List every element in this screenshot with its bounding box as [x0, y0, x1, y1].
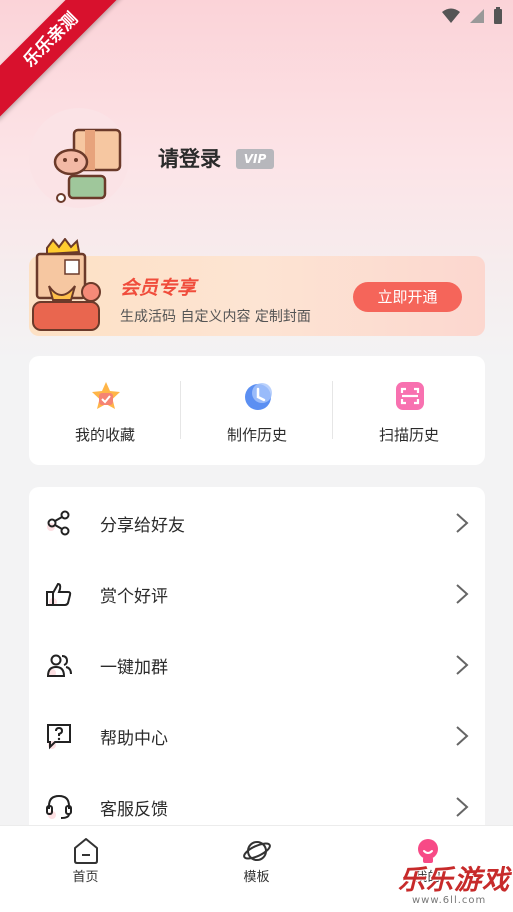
menu-item-label: 分享给好友	[100, 516, 185, 536]
chevron-right-icon	[456, 655, 469, 675]
tab-home-label: 首页	[72, 870, 99, 885]
make-history-button[interactable]: 制作历史	[181, 356, 333, 465]
chevron-right-icon	[456, 584, 469, 604]
thumbs-up-icon	[46, 582, 72, 606]
menu-item-share[interactable]: 分享给好友	[29, 487, 485, 558]
favorites-label: 我的收藏	[74, 426, 135, 444]
quick-actions-card: 我的收藏 制作历史 扫描历史	[29, 356, 485, 465]
home-icon	[74, 838, 98, 864]
tab-templates[interactable]: 模板	[171, 826, 342, 912]
menu-item-label: 赏个好评	[100, 587, 168, 607]
menu-item-label: 帮助中心	[100, 729, 168, 749]
avatar[interactable]	[29, 108, 129, 208]
signal-icon	[470, 9, 484, 23]
menu-item-join-group[interactable]: 一键加群	[29, 629, 485, 700]
wifi-icon	[442, 8, 460, 23]
scan-icon	[396, 382, 424, 410]
battery-icon	[494, 7, 502, 24]
open-membership-button[interactable]: 立即开通	[353, 282, 462, 312]
watermark-url: www.6ll.com	[412, 895, 487, 906]
tab-templates-label: 模板	[243, 870, 270, 885]
menu-item-help[interactable]: 帮助中心	[29, 700, 485, 771]
headset-icon	[46, 794, 72, 819]
menu-item-label: 一键加群	[100, 658, 168, 678]
member-subtitle: 生成活码 自定义内容 定制封面	[120, 309, 311, 325]
member-title: 会员专享	[120, 277, 197, 299]
menu-item-rate[interactable]: 赏个好评	[29, 558, 485, 629]
scan-history-button[interactable]: 扫描历史	[333, 356, 485, 465]
menu-card: 分享给好友 赏个好评 一键加群 帮助中心 客服反馈	[29, 487, 485, 847]
favorites-button[interactable]: 我的收藏	[29, 356, 181, 465]
scan-history-label: 扫描历史	[378, 426, 439, 444]
chevron-right-icon	[456, 797, 469, 817]
planet-icon	[243, 841, 271, 861]
mascot-avatar-icon	[53, 128, 122, 203]
chevron-right-icon	[456, 513, 469, 533]
watermark-logo: 乐乐游戏	[398, 865, 510, 896]
make-history-label: 制作历史	[226, 426, 287, 444]
clock-icon	[245, 383, 272, 410]
menu-item-label: 客服反馈	[100, 800, 168, 820]
star-badge-icon	[92, 382, 120, 409]
group-icon	[46, 654, 72, 677]
vip-badge: VIP	[236, 149, 274, 169]
login-prompt[interactable]: 请登录	[158, 143, 221, 173]
member-mascot-icon	[29, 237, 105, 338]
help-icon	[47, 724, 71, 750]
share-icon	[47, 510, 70, 536]
chevron-right-icon	[456, 726, 469, 746]
status-icons	[441, 7, 503, 25]
tab-home[interactable]: 首页	[0, 826, 171, 912]
